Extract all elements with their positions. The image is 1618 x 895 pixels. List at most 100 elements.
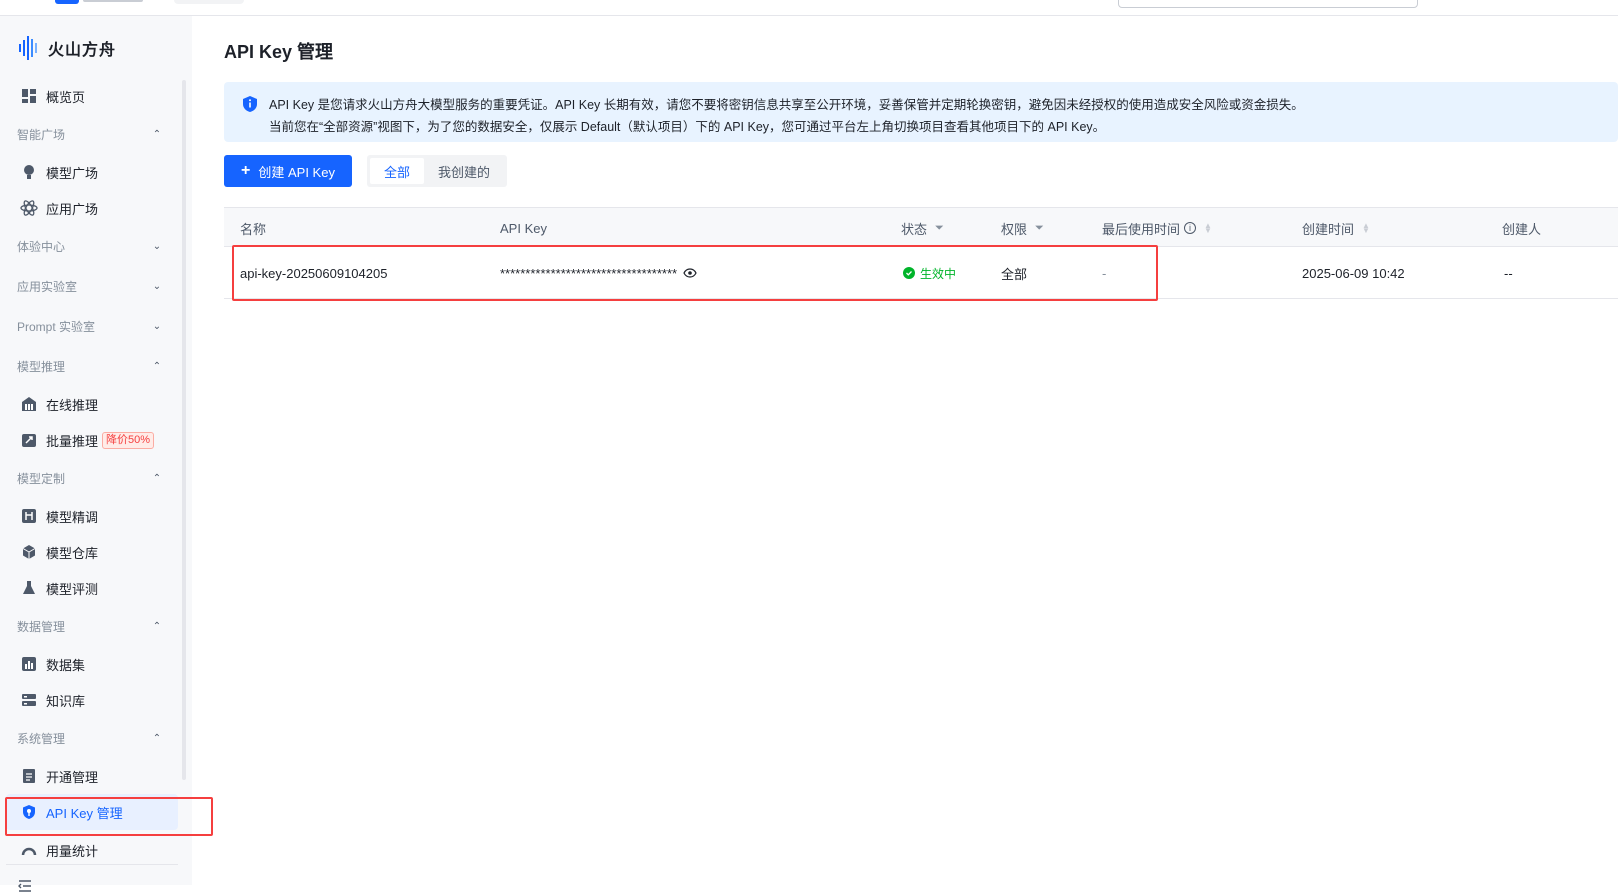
sidebar-group-label: 模型定制 xyxy=(17,471,66,486)
cell-permission: 全部 xyxy=(1001,266,1028,282)
cell-creator: -- xyxy=(1504,265,1513,281)
dataset-icon xyxy=(20,655,38,673)
column-header-permission: 权限 ⏷ xyxy=(1001,208,1044,248)
sidebar-item-label: 模型精调 xyxy=(46,509,99,525)
sidebar-item-fine-tuning[interactable]: 模型精调 xyxy=(6,498,178,534)
platform-logo[interactable] xyxy=(55,0,155,4)
sidebar-item-label: 在线推理 xyxy=(46,397,99,413)
masked-api-key: *********************************** xyxy=(500,265,678,281)
bulb-icon xyxy=(20,163,38,181)
sidebar-item-label: 数据集 xyxy=(46,657,86,673)
info-icon[interactable]: i xyxy=(1184,222,1197,234)
tab-all[interactable]: 全部 xyxy=(370,158,425,184)
sidebar-group-label: 体验中心 xyxy=(17,239,66,254)
sidebar-item-label: 模型评测 xyxy=(46,581,99,597)
sidebar-item-label: 模型仓库 xyxy=(46,545,99,561)
sidebar-group-label: 应用实验室 xyxy=(17,279,78,294)
sidebar-item-label: 模型广场 xyxy=(46,165,99,181)
sidebar-group-system-management[interactable]: 系统管理 ⌃ xyxy=(6,718,178,758)
sidebar-item-dataset[interactable]: 数据集 xyxy=(6,646,178,682)
sidebar-item-online-inference[interactable]: 在线推理 xyxy=(6,386,178,422)
project-switcher[interactable] xyxy=(174,0,244,4)
sidebar-group-prompt-lab[interactable]: Prompt 实验室 ⌄ xyxy=(6,306,178,346)
filter-segmented-control: 全部 我创建的 xyxy=(367,155,508,187)
filter-icon[interactable]: ⏷ xyxy=(1035,222,1044,235)
sidebar-group-model-inference[interactable]: 模型推理 ⌃ xyxy=(6,346,178,386)
chevron-up-icon: ⌃ xyxy=(152,620,162,632)
sidebar-group-experience-center[interactable]: 体验中心 ⌄ xyxy=(6,226,178,266)
table-row[interactable]: api-key-20250609104205 *****************… xyxy=(224,247,1618,299)
sidebar-item-overview[interactable]: 概览页 xyxy=(6,78,178,114)
table-header: 名称 API Key 状态 ⏷ 权限 ⏷ 最后使用时间 i ▲ ▼ 创建时间 ▲ ▼… xyxy=(224,207,1618,247)
column-header-label: 权限 xyxy=(1001,221,1028,237)
sidebar-item-label: 开通管理 xyxy=(46,769,99,785)
sidebar-item-batch-inference[interactable]: 批量推理 降价50% xyxy=(6,422,178,458)
column-header-last-used: 最后使用时间 i ▲ ▼ xyxy=(1102,208,1212,248)
global-search-input[interactable] xyxy=(1118,0,1418,8)
sidebar-item-model-plaza[interactable]: 模型广场 xyxy=(6,154,178,190)
info-shield-icon xyxy=(242,95,258,116)
column-header-label: API Key xyxy=(500,220,547,236)
status-label: 生效中 xyxy=(920,266,957,281)
chevron-up-icon: ⌃ xyxy=(152,360,162,372)
sidebar-item-label: API Key 管理 xyxy=(46,805,123,821)
sidebar-group-model-customization[interactable]: 模型定制 ⌃ xyxy=(6,458,178,498)
cell-name: api-key-20250609104205 xyxy=(240,265,388,281)
discount-badge: 降价50% xyxy=(102,431,155,449)
sidebar-item-app-plaza[interactable]: 应用广场 xyxy=(6,190,178,226)
chevron-up-icon: ⌃ xyxy=(152,128,162,140)
sidebar-item-label: 应用广场 xyxy=(46,201,99,217)
collapse-sidebar-icon[interactable] xyxy=(18,880,32,895)
cell-api-key: *********************************** xyxy=(500,247,697,299)
sidebar-group-label: 数据管理 xyxy=(17,619,66,634)
info-alert: API Key 是您请求火山方舟大模型服务的重要凭证。API Key 长期有效，… xyxy=(224,82,1618,142)
eye-icon[interactable] xyxy=(683,268,697,278)
sidebar: 火山方舟 概览页 智能广场 ⌃ 模型广场 应用广场 体验中心 ⌄ 应用实验室 ⌄ xyxy=(0,16,192,892)
chevron-up-icon: ⌃ xyxy=(152,472,162,484)
sidebar-scrollbar[interactable] xyxy=(182,80,186,780)
main-content: API Key 管理 API Key 是您请求火山方舟大模型服务的重要凭证。AP… xyxy=(192,16,1618,885)
plus-icon: + xyxy=(241,162,251,179)
sidebar-group-label: 系统管理 xyxy=(17,731,66,746)
gauge-icon xyxy=(20,842,38,860)
document-icon xyxy=(20,767,38,785)
volcano-ark-logo-icon xyxy=(19,36,37,60)
cell-status: 生效中 xyxy=(903,247,956,299)
brand[interactable]: 火山方舟 xyxy=(18,32,116,64)
database-icon xyxy=(20,691,38,709)
top-navigation-bar xyxy=(0,0,1618,16)
sidebar-item-api-key-management[interactable]: API Key 管理 xyxy=(6,794,178,830)
sidebar-group-smart-plaza[interactable]: 智能广场 ⌃ xyxy=(6,114,178,154)
column-header-label: 名称 xyxy=(240,221,267,237)
chevron-down-icon: ⌄ xyxy=(152,320,162,332)
column-header-api-key: API Key xyxy=(500,208,547,248)
sort-icon[interactable]: ▲ ▼ xyxy=(1362,222,1370,235)
column-header-name: 名称 xyxy=(240,208,266,248)
sidebar-item-activation[interactable]: 开通管理 xyxy=(6,758,178,794)
cell-last-used: - xyxy=(1102,265,1107,281)
sidebar-item-usage-stats[interactable]: 用量统计 xyxy=(6,830,178,860)
sidebar-item-model-eval[interactable]: 模型评测 xyxy=(6,570,178,606)
sort-icon[interactable]: ▲ ▼ xyxy=(1204,222,1212,235)
sidebar-group-app-lab[interactable]: 应用实验室 ⌄ xyxy=(6,266,178,306)
sidebar-group-label: Prompt 实验室 xyxy=(17,319,96,334)
sidebar-group-data-management[interactable]: 数据管理 ⌃ xyxy=(6,606,178,646)
tab-created-by-me[interactable]: 我创建的 xyxy=(424,158,504,184)
sidebar-divider xyxy=(6,864,178,865)
create-api-key-button[interactable]: + 创建 API Key xyxy=(224,155,352,187)
flask-icon xyxy=(20,579,38,597)
sidebar-item-model-repo[interactable]: 模型仓库 xyxy=(6,534,178,570)
column-header-label: 创建人 xyxy=(1502,221,1542,237)
chevron-down-icon: ⌄ xyxy=(152,280,162,292)
alert-line-1: API Key 是您请求火山方舟大模型服务的重要凭证。API Key 长期有效，… xyxy=(269,98,1304,112)
column-header-status: 状态 ⏷ xyxy=(901,208,944,248)
chevron-up-icon: ⌃ xyxy=(152,732,162,744)
filter-icon[interactable]: ⏷ xyxy=(935,222,944,235)
building-icon xyxy=(20,395,38,413)
sidebar-group-label: 智能广场 xyxy=(17,127,66,142)
create-api-key-label: 创建 API Key xyxy=(258,164,335,180)
sidebar-item-knowledge-base[interactable]: 知识库 xyxy=(6,682,178,718)
page-title: API Key 管理 xyxy=(224,42,334,62)
sidebar-item-label: 批量推理 xyxy=(46,433,99,449)
sidebar-item-label: 用量统计 xyxy=(46,844,99,859)
